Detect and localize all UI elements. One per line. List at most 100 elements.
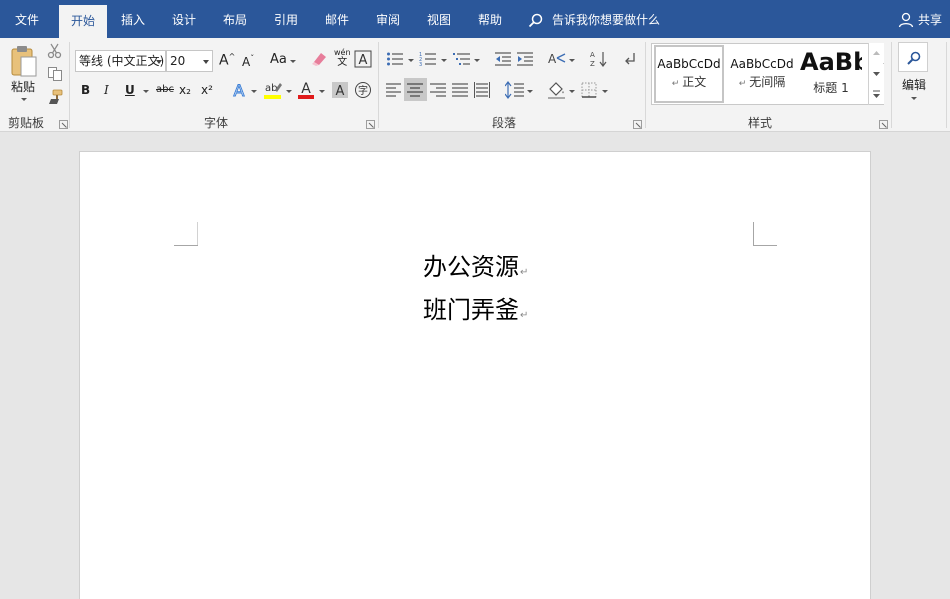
style-preview: AaBbCcDd bbox=[730, 57, 794, 71]
borders-icon[interactable] bbox=[581, 82, 597, 98]
align-center-button[interactable] bbox=[404, 78, 427, 101]
chinese-layout-dropdown[interactable] bbox=[569, 59, 575, 62]
paste-icon[interactable] bbox=[9, 43, 39, 81]
svg-text:A: A bbox=[336, 84, 345, 99]
sort-icon[interactable]: A Z bbox=[590, 50, 608, 68]
svg-text:A: A bbox=[548, 52, 557, 66]
style-normal[interactable]: AaBbCcDd ↵ 正文 bbox=[654, 45, 724, 103]
tell-me-label: 告诉我你想要做什么 bbox=[552, 13, 661, 27]
tab-file[interactable]: 文件 bbox=[0, 0, 54, 38]
chevron-down-icon[interactable] bbox=[156, 60, 162, 64]
chevron-down-icon[interactable] bbox=[203, 60, 209, 64]
multilevel-list-icon[interactable] bbox=[453, 51, 471, 67]
distributed-icon[interactable] bbox=[474, 81, 490, 99]
decrease-indent-icon[interactable] bbox=[494, 51, 512, 67]
gallery-scroll-up[interactable] bbox=[869, 43, 884, 63]
document-page[interactable]: 办公资源↵ 班门弄釜↵ bbox=[79, 151, 871, 599]
highlight-dropdown[interactable] bbox=[286, 90, 292, 93]
shading-dropdown[interactable] bbox=[569, 90, 575, 93]
tab-layout[interactable]: 布局 bbox=[214, 0, 256, 38]
align-left-icon[interactable] bbox=[386, 83, 402, 97]
bold-button[interactable]: B bbox=[81, 83, 90, 97]
svg-text:A: A bbox=[359, 53, 368, 68]
paste-dropdown-arrow[interactable] bbox=[21, 98, 27, 101]
svg-text:A: A bbox=[301, 81, 311, 97]
font-name-combobox[interactable]: 等线 (中文正文) bbox=[75, 50, 166, 72]
font-size-combobox[interactable]: 20 bbox=[166, 50, 213, 72]
style-preview: AaBb bbox=[800, 48, 862, 76]
numbering-icon[interactable]: 1 2 3 bbox=[419, 51, 437, 67]
subscript-button[interactable]: x₂ bbox=[179, 83, 191, 97]
person-icon bbox=[898, 12, 914, 28]
font-launcher-icon[interactable] bbox=[366, 120, 375, 129]
document-line[interactable]: 办公资源↵ bbox=[423, 252, 528, 288]
tab-insert[interactable]: 插入 bbox=[112, 0, 154, 38]
styles-launcher-icon[interactable] bbox=[879, 120, 888, 129]
clipboard-launcher-icon[interactable] bbox=[59, 120, 68, 129]
shrink-font-button[interactable]: Aˇ bbox=[242, 54, 254, 69]
paragraph-launcher-icon[interactable] bbox=[633, 120, 642, 129]
enclose-characters-icon[interactable]: 字 bbox=[354, 81, 372, 99]
underline-button[interactable]: U bbox=[125, 83, 135, 97]
highlight-color-icon[interactable]: ab bbox=[263, 80, 283, 100]
document-line[interactable]: 班门弄釜↵ bbox=[423, 295, 528, 331]
numbering-dropdown[interactable] bbox=[441, 59, 447, 62]
style-no-spacing[interactable]: AaBbCcDd ↵ 无间隔 bbox=[728, 45, 796, 103]
align-right-icon[interactable] bbox=[430, 83, 446, 97]
character-shading-icon[interactable]: A bbox=[331, 81, 349, 99]
superscript-button[interactable]: x² bbox=[201, 83, 213, 97]
show-formatting-marks-icon[interactable] bbox=[622, 50, 638, 68]
tab-mailings[interactable]: 邮件 bbox=[316, 0, 358, 38]
ribbon-separator bbox=[946, 42, 947, 128]
gallery-more[interactable] bbox=[869, 84, 884, 104]
text-effects-dropdown[interactable] bbox=[251, 90, 257, 93]
paste-button[interactable]: 粘贴 bbox=[11, 78, 35, 95]
paragraph-shading-icon[interactable] bbox=[547, 80, 567, 100]
character-border-icon[interactable]: A bbox=[354, 50, 372, 68]
style-heading-1[interactable]: AaBb 标题 1 bbox=[800, 45, 862, 103]
bullets-icon[interactable] bbox=[386, 51, 404, 67]
tab-home[interactable]: 开始 bbox=[59, 5, 107, 38]
bullets-dropdown[interactable] bbox=[408, 59, 414, 62]
italic-button[interactable]: I bbox=[104, 83, 109, 97]
borders-dropdown[interactable] bbox=[602, 90, 608, 93]
tab-review[interactable]: 审阅 bbox=[367, 0, 409, 38]
increase-indent-icon[interactable] bbox=[516, 51, 534, 67]
text-effects-icon[interactable]: A bbox=[230, 81, 248, 99]
styles-gallery-scrollbar bbox=[868, 43, 884, 105]
change-case-dropdown[interactable] bbox=[290, 60, 296, 63]
svg-text:A: A bbox=[234, 81, 245, 99]
share-label: 共享 bbox=[918, 13, 943, 27]
editing-dropdown[interactable] bbox=[911, 97, 917, 100]
ribbon-separator bbox=[891, 42, 892, 128]
tab-help[interactable]: 帮助 bbox=[469, 0, 511, 38]
cut-icon[interactable] bbox=[47, 43, 63, 59]
gallery-scroll-down[interactable] bbox=[869, 64, 884, 84]
grow-font-button[interactable]: A^ bbox=[219, 52, 235, 69]
chinese-layout-icon[interactable]: A bbox=[547, 50, 567, 68]
tell-me-search[interactable]: 告诉我你想要做什么 bbox=[528, 0, 660, 38]
strikethrough-button[interactable]: abc bbox=[156, 84, 174, 95]
style-name: ↵ 无间隔 bbox=[738, 75, 786, 89]
gallery-expand-icon bbox=[873, 90, 880, 98]
editing-button[interactable] bbox=[898, 42, 928, 72]
font-name-value: 等线 (中文正文) bbox=[79, 54, 165, 68]
share-button[interactable]: 共享 bbox=[898, 0, 942, 38]
change-case-button[interactable]: Aa bbox=[270, 52, 287, 67]
phonetic-guide-button[interactable]: wén 文 bbox=[334, 48, 351, 68]
font-color-icon[interactable]: A bbox=[297, 80, 315, 100]
line-spacing-dropdown[interactable] bbox=[527, 90, 533, 93]
justify-icon[interactable] bbox=[452, 83, 468, 97]
format-painter-icon[interactable] bbox=[47, 89, 63, 105]
tab-design[interactable]: 设计 bbox=[163, 0, 205, 38]
clear-formatting-icon[interactable] bbox=[310, 50, 328, 68]
svg-text:ab: ab bbox=[265, 83, 277, 94]
font-color-dropdown[interactable] bbox=[319, 90, 325, 93]
copy-icon[interactable] bbox=[47, 66, 63, 82]
font-size-value: 20 bbox=[170, 54, 186, 68]
underline-dropdown[interactable] bbox=[143, 90, 149, 93]
multilevel-dropdown[interactable] bbox=[474, 59, 480, 62]
line-spacing-icon[interactable] bbox=[505, 81, 525, 99]
tab-references[interactable]: 引用 bbox=[265, 0, 307, 38]
tab-view[interactable]: 视图 bbox=[418, 0, 460, 38]
